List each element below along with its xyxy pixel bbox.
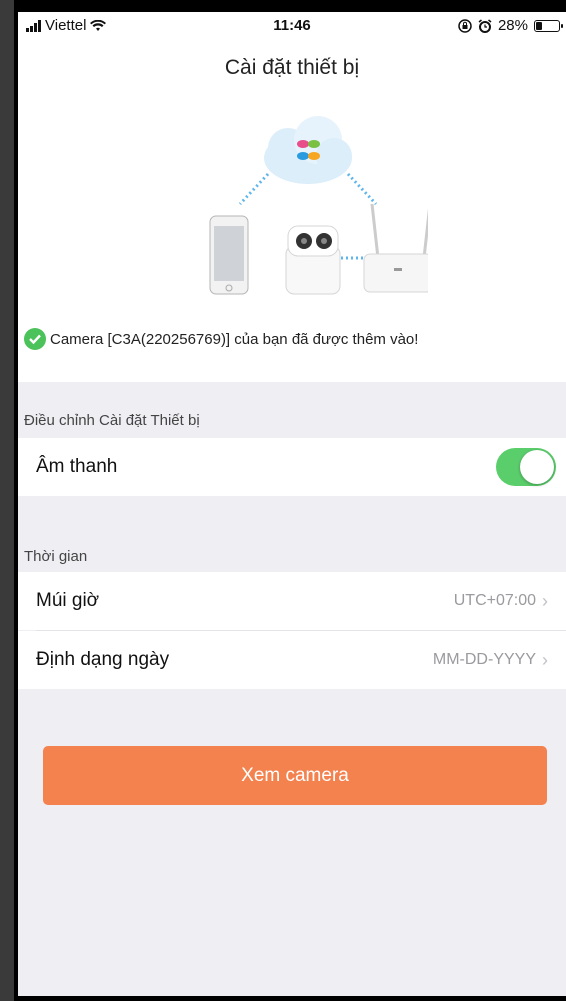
chevron-right-icon: › bbox=[542, 590, 548, 611]
date-format-value-group: MM-DD-YYYY › bbox=[433, 650, 548, 671]
time-section-header: Thời gian bbox=[24, 548, 88, 565]
router-icon bbox=[363, 203, 428, 293]
status-right: 28% bbox=[458, 17, 563, 34]
phone-icon bbox=[209, 215, 249, 295]
date-format-value: MM-DD-YYYY bbox=[432, 651, 536, 668]
toggle-knob bbox=[520, 450, 554, 484]
app-screen: Viettel 11:46 28% Cài đặt thiết bị Camer… bbox=[18, 12, 566, 996]
success-banner: Camera [C3A(220256769)] của bạn đã được … bbox=[24, 328, 418, 350]
cloud-icon bbox=[264, 116, 352, 184]
alarm-icon bbox=[478, 18, 492, 33]
battery-fill bbox=[536, 21, 542, 30]
orientation-lock-icon bbox=[458, 18, 472, 33]
page-title: Cài đặt thiết bị bbox=[224, 56, 360, 79]
view-camera-button[interactable]: Xem camera bbox=[43, 746, 547, 805]
device-settings-header: Điều chỉnh Cài đặt Thiết bị bbox=[24, 412, 200, 429]
setup-complete-panel: Cài đặt thiết bị Camera [C3A(220256769)]… bbox=[18, 38, 566, 382]
date-format-label: Định dạng ngày bbox=[36, 649, 170, 670]
chevron-right-icon: › bbox=[542, 649, 548, 670]
battery-icon bbox=[534, 19, 563, 32]
battery-percent: 28% bbox=[497, 17, 528, 34]
sound-toggle[interactable] bbox=[496, 448, 556, 486]
device-connection-illustration bbox=[209, 116, 428, 295]
date-format-row[interactable]: Định dạng ngày MM-DD-YYYY › bbox=[18, 631, 566, 689]
status-bar: Viettel 11:46 28% bbox=[18, 12, 566, 38]
timezone-value: UTC+07:00 bbox=[453, 592, 536, 609]
timezone-row[interactable]: Múi giờ UTC+07:00 › bbox=[18, 572, 566, 630]
success-message: Camera [C3A(220256769)] của bạn đã được … bbox=[50, 330, 419, 348]
check-icon bbox=[24, 328, 46, 350]
timezone-label: Múi giờ bbox=[36, 590, 100, 611]
camera-icon bbox=[285, 225, 341, 295]
sound-label: Âm thanh bbox=[36, 456, 118, 477]
sound-row: Âm thanh bbox=[18, 438, 566, 496]
timezone-value-group: UTC+07:00 › bbox=[454, 591, 548, 612]
